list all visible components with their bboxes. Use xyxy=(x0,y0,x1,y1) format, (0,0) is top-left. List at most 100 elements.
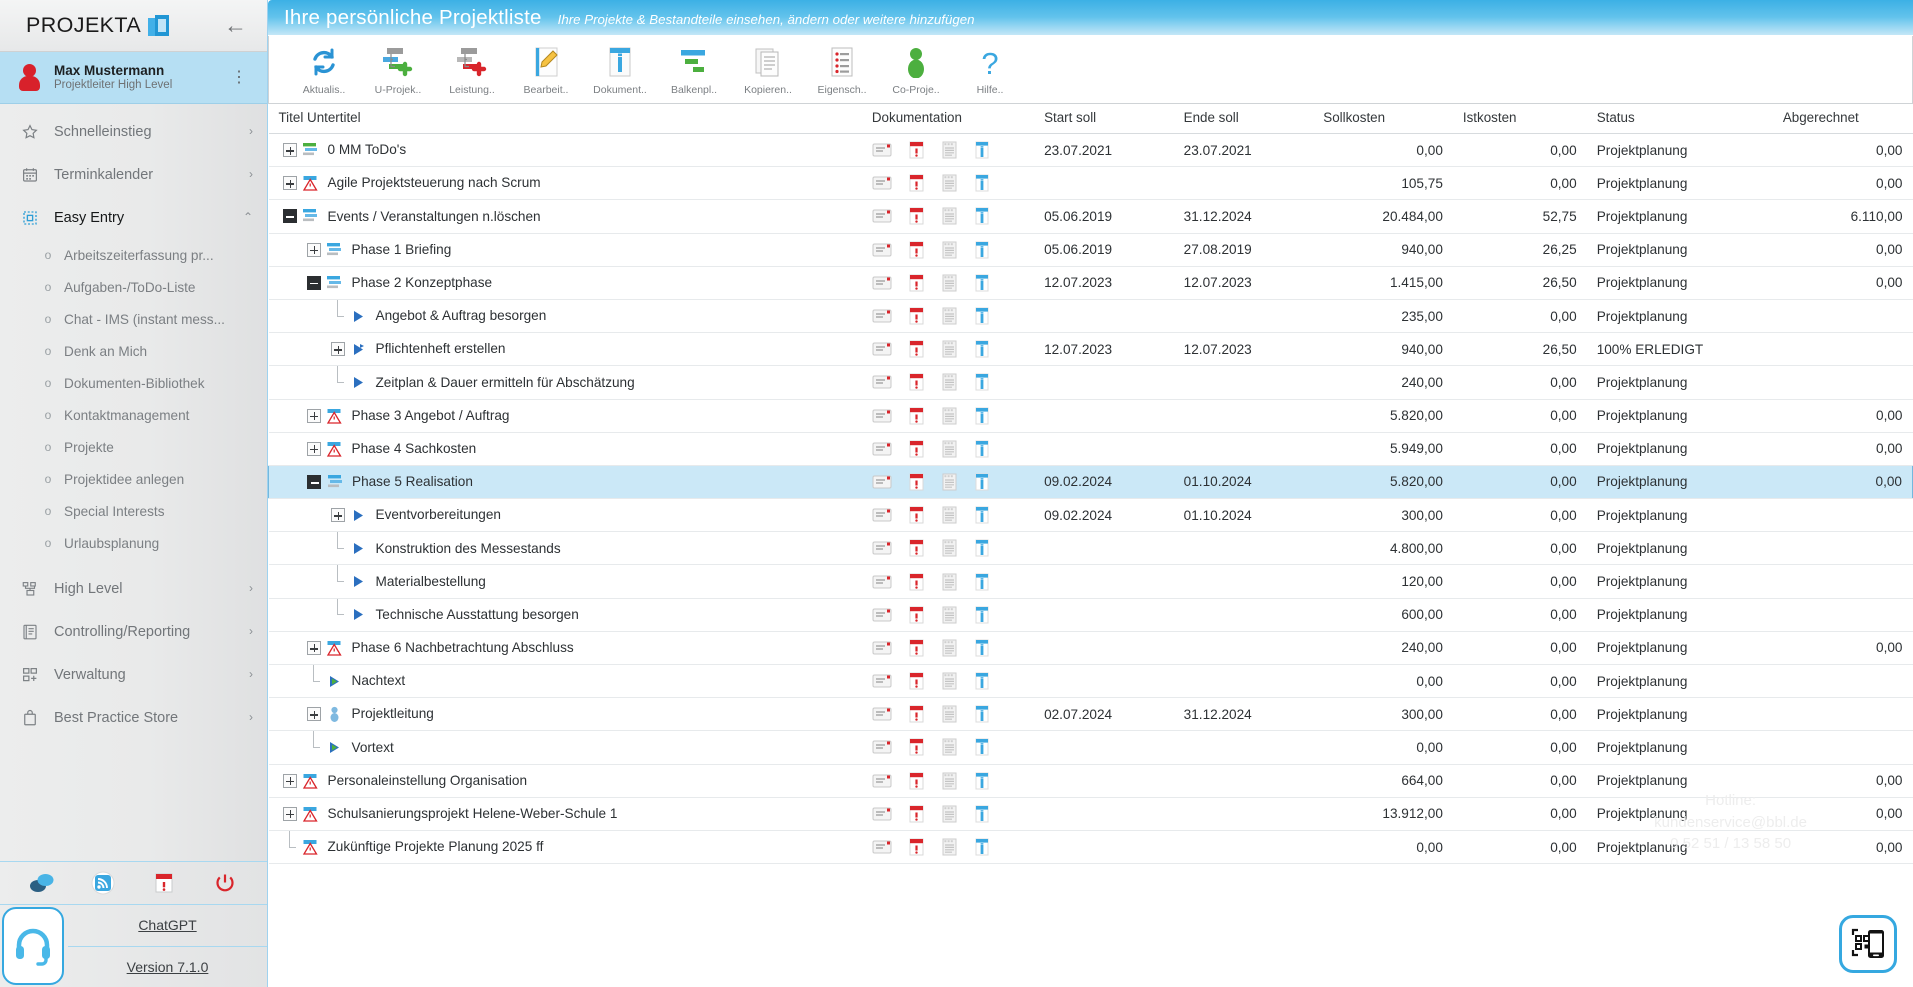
note-icon[interactable] xyxy=(872,773,892,789)
document-lines-icon[interactable] xyxy=(941,473,958,491)
sidebar-item-easy-entry[interactable]: Easy Entry ⌃ xyxy=(0,196,267,239)
note-icon[interactable] xyxy=(872,175,892,191)
info-column-icon[interactable] xyxy=(974,340,990,358)
note-icon[interactable] xyxy=(872,607,892,623)
cell-title[interactable]: Projektleitung xyxy=(268,697,862,732)
document-lines-icon[interactable] xyxy=(941,207,958,225)
info-column-icon[interactable] xyxy=(974,672,990,690)
info-column-icon[interactable] xyxy=(974,805,990,823)
cell-title[interactable]: Agile Projektsteuerung nach Scrum xyxy=(268,166,862,201)
toolbar-button-bearbeiten[interactable]: Bearbeit.. xyxy=(509,40,583,96)
document-lines-icon[interactable] xyxy=(941,672,958,690)
red-alert-doc-icon[interactable] xyxy=(908,606,925,624)
column-header-sollkosten[interactable]: Sollkosten xyxy=(1313,104,1453,134)
sidebar-item-high-level[interactable]: High Level › xyxy=(0,567,267,610)
chatgpt-link[interactable]: ChatGPT xyxy=(68,905,267,947)
sidebar-item-best-practice-store[interactable]: Best Practice Store › xyxy=(0,696,267,739)
note-icon[interactable] xyxy=(872,706,892,722)
table-row[interactable]: Pflichtenheft erstellen 12.07.2023 12.07.2… xyxy=(268,332,1913,367)
chat-bubbles-icon[interactable] xyxy=(27,868,57,898)
cell-title[interactable]: Eventvorbereitungen xyxy=(268,498,862,533)
info-column-icon[interactable] xyxy=(974,705,990,723)
note-icon[interactable] xyxy=(872,374,892,390)
sidebar-subitem-aufgaben-todo-liste[interactable]: o Aufgaben-/ToDo-Liste xyxy=(0,271,267,303)
cell-title[interactable]: Nachtext xyxy=(268,664,862,699)
tree-expand-toggle[interactable] xyxy=(282,806,297,821)
tree-collapse-toggle[interactable] xyxy=(282,209,297,224)
toolbar-button-balkenplan[interactable]: Balkenpl.. xyxy=(657,40,731,96)
red-alert-doc-icon[interactable] xyxy=(908,174,925,192)
red-alert-doc-icon[interactable] xyxy=(908,672,925,690)
note-icon[interactable] xyxy=(872,673,892,689)
table-row[interactable]: Events / Veranstaltungen n.löschen 05.06.… xyxy=(268,199,1913,234)
document-lines-icon[interactable] xyxy=(941,805,958,823)
note-icon[interactable] xyxy=(872,408,892,424)
red-alert-doc-icon[interactable] xyxy=(908,772,925,790)
user-panel[interactable]: Max Mustermann Projektleiter High Level … xyxy=(0,52,267,104)
column-header-dokumentation[interactable]: Dokumentation xyxy=(861,104,1035,134)
sidebar-item-schnelleinstieg[interactable]: Schnelleinstieg › xyxy=(0,110,267,153)
sidebar-subitem-projekte[interactable]: o Projekte xyxy=(0,431,267,463)
red-alert-doc-icon[interactable] xyxy=(908,738,925,756)
red-alert-doc-icon[interactable] xyxy=(908,838,925,856)
table-row[interactable]: Agile Projektsteuerung nach Scrum 105,75 0… xyxy=(268,166,1913,201)
note-icon[interactable] xyxy=(872,839,892,855)
sidebar-subitem-chat-ims[interactable]: o Chat - IMS (instant mess... xyxy=(0,303,267,335)
table-row[interactable]: Zukünftige Projekte Planung 2025 ff 0,00 0… xyxy=(268,830,1913,865)
note-icon[interactable] xyxy=(872,341,892,357)
note-icon[interactable] xyxy=(872,208,892,224)
document-lines-icon[interactable] xyxy=(941,241,958,259)
tree-expand-toggle[interactable] xyxy=(282,773,297,788)
cell-title[interactable]: Phase 6 Nachbetrachtung Abschluss xyxy=(268,631,862,666)
document-lines-icon[interactable] xyxy=(941,373,958,391)
cell-title[interactable]: Phase 4 Sachkosten xyxy=(268,432,862,466)
column-header-istkosten[interactable]: Istkosten xyxy=(1452,104,1587,134)
sidebar-subitem-projektidee-anlegen[interactable]: o Projektidee anlegen xyxy=(0,463,267,495)
red-alert-doc-icon[interactable] xyxy=(908,373,925,391)
table-row[interactable]: Phase 4 Sachkosten 5.949,00 0,00 Projektpla… xyxy=(268,432,1913,466)
toolbar-button-hilfe[interactable]: ? Hilfe.. xyxy=(953,40,1027,96)
table-row[interactable]: Personaleinstellung Organisation 664,00 0,… xyxy=(268,764,1913,798)
tree-expand-toggle[interactable] xyxy=(282,176,297,191)
cell-title[interactable]: Phase 1 Briefing xyxy=(268,233,862,267)
sidebar-subitem-special-interests[interactable]: o Special Interests xyxy=(0,495,267,527)
rss-feed-icon[interactable] xyxy=(88,868,118,898)
info-column-icon[interactable] xyxy=(974,307,990,325)
sidebar-subitem-dokumenten-bibliothek[interactable]: o Dokumenten-Bibliothek xyxy=(0,367,267,399)
document-lines-icon[interactable] xyxy=(941,340,958,358)
cell-title[interactable]: Materialbestellung xyxy=(268,564,862,599)
sidebar-subitem-denk-an-mich[interactable]: o Denk an Mich xyxy=(0,335,267,367)
red-alert-doc-icon[interactable] xyxy=(908,207,925,225)
cell-title[interactable]: Events / Veranstaltungen n.löschen xyxy=(268,199,862,234)
note-icon[interactable] xyxy=(872,474,892,490)
document-lines-icon[interactable] xyxy=(941,174,958,192)
info-column-icon[interactable] xyxy=(974,407,990,425)
info-column-icon[interactable] xyxy=(974,639,990,657)
toolbar-button-unterprojekt[interactable]: U-Projek.. xyxy=(361,40,435,96)
red-alert-doc-icon[interactable] xyxy=(908,639,925,657)
table-row[interactable]: Phase 1 Briefing 05.06.2019 27.08.2019 940,… xyxy=(268,233,1913,267)
red-alert-doc-icon[interactable] xyxy=(908,539,925,557)
document-lines-icon[interactable] xyxy=(941,274,958,292)
cell-title[interactable]: Technische Ausstattung besorgen xyxy=(268,598,862,632)
table-row[interactable]: Phase 2 Konzeptphase 12.07.2023 12.07.2023… xyxy=(268,266,1913,300)
document-lines-icon[interactable] xyxy=(941,539,958,557)
info-column-icon[interactable] xyxy=(974,274,990,292)
tree-expand-toggle[interactable] xyxy=(282,143,297,158)
cell-title[interactable]: 0 MM ToDo's xyxy=(268,133,862,168)
table-row[interactable]: Phase 6 Nachbetrachtung Abschluss 240,00 0… xyxy=(268,631,1913,666)
sidebar-item-verwaltung[interactable]: Verwaltung › xyxy=(0,653,267,696)
toolbar-button-eigenschaften[interactable]: Eigensch.. xyxy=(805,40,879,96)
note-icon[interactable] xyxy=(872,540,892,556)
note-icon[interactable] xyxy=(872,275,892,291)
tree-collapse-toggle[interactable] xyxy=(306,275,321,290)
toolbar-button-leistung[interactable]: Leistung.. xyxy=(435,40,509,96)
alert-calendar-icon[interactable] xyxy=(149,868,179,898)
sidebar-item-controlling-reporting[interactable]: Controlling/Reporting › xyxy=(0,610,267,653)
column-header-abgerechnet[interactable]: Abgerechnet xyxy=(1772,104,1913,134)
cell-title[interactable]: Angebot & Auftrag besorgen xyxy=(268,299,862,334)
table-row[interactable]: Materialbestellung 120,00 0,00 Projektplanu… xyxy=(268,564,1913,599)
table-row[interactable]: Phase 3 Angebot / Auftrag 5.820,00 0,00 Pro… xyxy=(268,399,1913,433)
red-alert-doc-icon[interactable] xyxy=(908,506,925,524)
toolbar-button-kopieren[interactable]: Kopieren.. xyxy=(731,40,805,96)
